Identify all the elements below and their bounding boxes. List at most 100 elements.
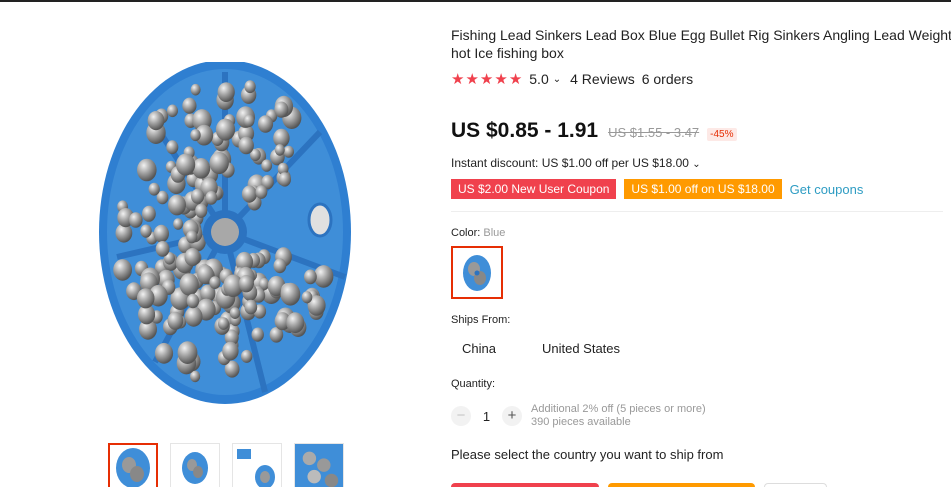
thumbnail-2[interactable] xyxy=(170,443,220,487)
sinker-weight xyxy=(179,273,199,296)
star-icon: ★ xyxy=(479,71,494,88)
sinker-weight xyxy=(184,306,203,327)
original-price: US $1.55 - 3.47 xyxy=(608,125,700,140)
bulk-discount-note: Additional 2% off (5 pieces or more) xyxy=(531,403,706,415)
sinker-weight xyxy=(274,144,285,156)
star-icon: ★ xyxy=(508,71,523,88)
sinker-weight xyxy=(243,114,255,128)
sinker-weight xyxy=(166,140,179,155)
divider xyxy=(451,211,943,212)
sinker-weight xyxy=(191,188,205,204)
sinker-weight xyxy=(261,159,273,172)
thumbnail-3[interactable] xyxy=(232,443,282,487)
thumbnail-1[interactable] xyxy=(108,443,158,487)
sinker-weight xyxy=(173,218,184,230)
sinker-weight xyxy=(142,205,156,222)
instant-discount[interactable]: Instant discount: US $1.00 off per US $1… xyxy=(451,156,701,170)
sinker-weight xyxy=(244,80,256,94)
ship-option-china[interactable]: China xyxy=(451,339,507,358)
sinker-weight xyxy=(113,259,132,281)
color-option-blue[interactable] xyxy=(451,246,503,299)
chevron-down-icon[interactable]: ⌄ xyxy=(692,159,700,170)
sinker-weight xyxy=(129,212,143,228)
sinker-weight xyxy=(274,101,289,118)
sinker-weight xyxy=(186,293,200,309)
sinker-weight xyxy=(222,341,239,361)
sinker-weight xyxy=(273,258,287,274)
decrease-quantity-button[interactable]: − xyxy=(451,406,471,426)
sinker-weight xyxy=(182,97,197,114)
stock-available: 390 pieces available xyxy=(531,416,631,428)
product-title: Fishing Lead Sinkers Lead Box Blue Egg B… xyxy=(451,26,951,62)
sinker-weight xyxy=(167,104,178,118)
sinker-weight xyxy=(209,151,229,175)
sinker-weight xyxy=(257,115,274,133)
sinker-weight xyxy=(304,269,317,285)
main-product-image[interactable] xyxy=(95,62,365,412)
increase-quantity-button[interactable]: + xyxy=(502,406,522,426)
instant-discount-text: Instant discount: US $1.00 off per US $1… xyxy=(451,156,689,170)
quantity-note: Additional 2% off (5 pieces or more) 390… xyxy=(531,403,706,429)
store-coupon[interactable]: US $1.00 off on US $18.00 xyxy=(624,179,782,199)
sinker-weight xyxy=(154,342,174,364)
color-label-text: Color: xyxy=(451,227,481,239)
sinker-weight xyxy=(229,307,241,319)
buy-now-button[interactable] xyxy=(451,483,599,487)
thumbnail-4[interactable] xyxy=(294,443,344,487)
rating-row: ★ ★ ★ ★ ★ 5.0 ⌄ 4 Reviews 6 orders xyxy=(451,70,693,88)
sinker-weight xyxy=(167,311,184,330)
new-user-coupon[interactable]: US $2.00 New User Coupon xyxy=(451,179,617,199)
sinker-weight xyxy=(241,349,253,363)
color-label: Color: Blue xyxy=(451,227,505,239)
ship-country-prompt: Please select the country you want to sh… xyxy=(451,447,724,462)
coupon-row: US $2.00 New User Coupon US $1.00 off on… xyxy=(451,179,863,199)
rating-score[interactable]: 5.0 xyxy=(529,71,548,87)
sinker-weight xyxy=(238,275,254,293)
sinker-weight xyxy=(251,327,264,342)
star-rating: ★ ★ ★ ★ ★ xyxy=(451,70,522,88)
product-title-line2: hot Ice fishing box xyxy=(451,45,564,61)
color-value: Blue xyxy=(483,227,506,239)
sinker-weight xyxy=(153,224,169,243)
sinker-weight xyxy=(190,83,201,96)
sinker-weight xyxy=(286,312,305,334)
sinker-weight xyxy=(177,341,198,364)
wishlist-button[interactable] xyxy=(764,483,827,487)
sinker-weight xyxy=(301,291,313,304)
get-coupons-link[interactable]: Get coupons xyxy=(790,182,864,197)
sinker-weight xyxy=(176,153,196,176)
sinker-weight xyxy=(218,317,229,330)
add-to-cart-button[interactable] xyxy=(608,483,755,487)
sinker-weight xyxy=(184,248,201,267)
sinker-weight xyxy=(136,288,155,309)
sinker-weight xyxy=(215,118,236,141)
top-border xyxy=(0,0,951,2)
discount-badge: -45% xyxy=(707,128,737,141)
sinker-weight xyxy=(255,185,268,199)
sinker-weight xyxy=(137,158,157,182)
sinker-weight xyxy=(217,82,235,102)
thumbnail-strip xyxy=(108,443,344,487)
sinker-weight xyxy=(244,299,258,315)
ships-from-options: China United States xyxy=(451,339,655,358)
sinker-weight xyxy=(148,182,160,196)
sinker-weight xyxy=(283,145,294,158)
current-price: US $0.85 - 1.91 xyxy=(451,119,599,142)
sinker-weight xyxy=(280,282,301,306)
sinker-weight xyxy=(168,194,186,216)
star-icon: ★ xyxy=(451,71,465,88)
price-row: US $0.85 - 1.91 US $1.55 - 3.47 -45% xyxy=(451,119,737,143)
ship-option-united-states[interactable]: United States xyxy=(531,339,631,358)
sinker-weight xyxy=(192,158,211,179)
quantity-input[interactable]: 1 xyxy=(471,409,502,424)
sinker-weight xyxy=(140,224,152,238)
sinker-weight xyxy=(238,136,254,155)
reviews-link[interactable]: 4 Reviews xyxy=(570,71,635,87)
sinker-weight xyxy=(186,230,198,244)
sinker-weight xyxy=(209,276,221,289)
sinker-weight xyxy=(155,241,170,257)
chevron-down-icon[interactable]: ⌄ xyxy=(553,74,561,85)
quantity-label: Quantity: xyxy=(451,378,496,390)
sinker-weight xyxy=(241,185,257,203)
sinker-weight xyxy=(147,111,165,131)
